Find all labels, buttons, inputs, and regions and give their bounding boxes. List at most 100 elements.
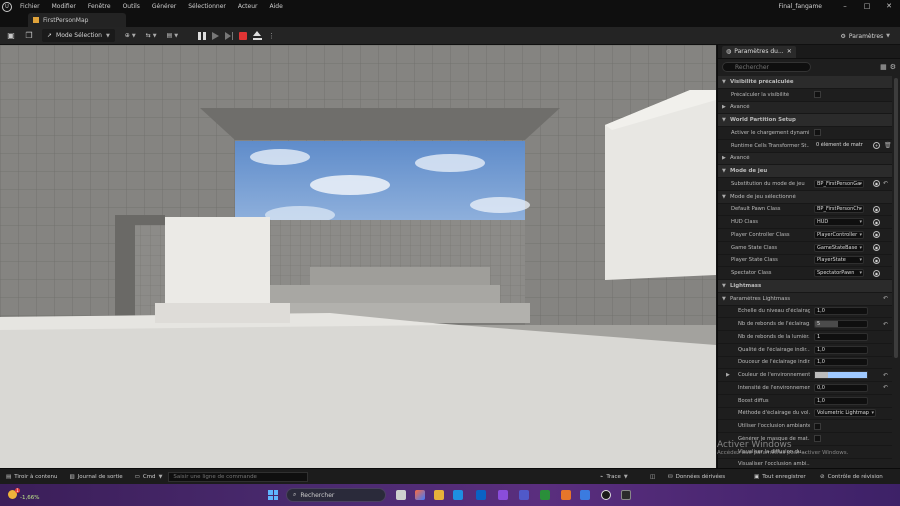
maximize-icon[interactable]: □ [856, 0, 878, 13]
row-advanced-1[interactable]: ▶ Avancé [718, 101, 892, 115]
output-log-button[interactable]: ▥ Journal de sortie [63, 469, 128, 485]
taskbar-search[interactable]: ⌕ Rechercher [286, 488, 386, 502]
play-icon[interactable] [212, 31, 220, 40]
content-drawer-button[interactable]: ▤ Tiroir à contenu [0, 469, 63, 485]
unreal-project-icon[interactable] [621, 490, 631, 500]
lm-smoothness-input[interactable]: 1,0 [814, 358, 868, 367]
browse-icon[interactable]: ◉ [873, 244, 880, 252]
more-options-icon[interactable]: ⋮ [268, 32, 275, 40]
eject-icon[interactable] [253, 31, 263, 40]
env-color-swatch[interactable] [814, 371, 868, 380]
derived-data-button[interactable]: ⛁ Données dérivées [668, 469, 725, 485]
outlook-icon[interactable] [476, 490, 486, 500]
reset-icon[interactable]: ↶ [883, 372, 888, 379]
unreal-logo-icon[interactable]: U [0, 0, 14, 13]
row-selected-game-mode[interactable]: ▼ Mode de jeu sélectionné [718, 190, 892, 204]
trash-icon[interactable]: 🗑 [884, 142, 892, 149]
menu-fenetre[interactable]: Fenêtre [82, 0, 117, 13]
row-advanced-2[interactable]: ▶ Avancé [718, 152, 892, 166]
teams-icon[interactable] [519, 490, 529, 500]
player-controller-select[interactable]: PlayerController [814, 230, 864, 239]
unreal-engine-icon[interactable] [601, 490, 611, 500]
lm-sky-bounces-input[interactable]: 1 [814, 332, 868, 341]
section-game-mode[interactable]: ▼ Mode de jeu [718, 165, 892, 178]
menu-fichier[interactable]: Fichier [14, 0, 46, 13]
stop-icon[interactable] [239, 31, 248, 40]
add-actor-button[interactable]: ⊕ ▼ [125, 32, 136, 39]
app-icon[interactable] [580, 490, 590, 500]
save-icon[interactable]: ▣ [4, 29, 18, 43]
default-pawn-select[interactable]: BP_FirstPersonCh [814, 205, 864, 214]
browse-icon[interactable]: ◉ [873, 205, 880, 213]
browse-icon[interactable]: ◉ [873, 231, 880, 239]
file-explorer-icon[interactable] [434, 490, 444, 500]
reset-icon[interactable]: ↶ [883, 180, 888, 187]
game-state-select[interactable]: GameStateBase [814, 243, 864, 252]
reset-icon[interactable]: ↶ [883, 321, 888, 328]
browse-icon[interactable]: ◉ [873, 256, 880, 264]
discord-icon[interactable] [498, 490, 508, 500]
grid-view-icon[interactable]: ▦ [880, 63, 887, 71]
menu-selectionner[interactable]: Sélectionner [182, 0, 232, 13]
blueprint-button[interactable]: ⇆ ▼ [146, 32, 157, 39]
use-ao-checkbox[interactable] [814, 422, 821, 430]
cmd-button[interactable]: ▭ Cmd ▼ [129, 469, 169, 485]
trace-button[interactable]: ⌁ Trace ▼ [600, 469, 628, 485]
save-all-button[interactable]: ▣ Tout enregistrer [754, 469, 806, 485]
tab-firstpersonmap[interactable]: FirstPersonMap [28, 13, 126, 27]
pause-icon[interactable] [198, 31, 207, 40]
close-icon[interactable]: ✕ [787, 48, 792, 55]
weather-widget[interactable]: 1 -1,66% [8, 487, 39, 501]
world-settings-tab[interactable]: ◍ Paramètres du... ✕ [722, 45, 796, 58]
browse-icon[interactable]: ◉ [873, 269, 880, 277]
copilot-icon[interactable] [415, 490, 425, 500]
menu-outils[interactable]: Outils [117, 0, 146, 13]
skip-frame-icon[interactable] [225, 31, 234, 40]
excel-icon[interactable] [540, 490, 550, 500]
lm-scale-input[interactable]: 1,0 [814, 307, 868, 316]
lm-bounces-slider[interactable]: 5 [814, 320, 868, 329]
gear-icon[interactable]: ⚙ [890, 63, 896, 71]
windows-start-icon[interactable] [268, 490, 278, 500]
command-input[interactable] [168, 471, 309, 482]
caret-right-icon[interactable]: ▶ [726, 372, 734, 378]
close-icon[interactable]: ✕ [878, 0, 900, 13]
lm-quality-input[interactable]: 1,0 [814, 345, 868, 354]
hud-class-select[interactable]: HUD [814, 218, 864, 227]
env-intensity-input[interactable]: 0,0 [814, 383, 868, 392]
minimize-icon[interactable]: – [834, 0, 856, 13]
settings-button[interactable]: ⚙ Paramètres ▼ [841, 30, 890, 42]
blender-icon[interactable] [561, 490, 571, 500]
game-mode-override-select[interactable]: BP_FirstPersonGa [814, 179, 864, 188]
revision-control-button[interactable]: ⊘ Contrôle de révision [820, 469, 883, 485]
task-view-icon[interactable] [396, 490, 406, 500]
dynamic-loading-checkbox[interactable] [814, 129, 821, 137]
player-state-select[interactable]: PlayerState [814, 256, 864, 265]
precompute-visibility-checkbox[interactable] [814, 91, 821, 99]
browse-icon[interactable]: ◉ [873, 180, 880, 188]
details-search-input[interactable] [722, 62, 811, 72]
section-world-partition[interactable]: ▼ World Partition Setup [718, 114, 892, 127]
mode-select-dropdown[interactable]: ➚ Mode Sélection ▼ [42, 29, 115, 42]
menu-generer[interactable]: Générer [146, 0, 182, 13]
menu-modifier[interactable]: Modifier [46, 0, 82, 13]
diffuse-boost-input[interactable]: 1,0 [814, 396, 868, 405]
cinematics-button[interactable]: ▤ ▼ [167, 32, 179, 39]
browse-icon[interactable]: ◉ [873, 218, 880, 226]
edge-icon[interactable] [453, 490, 463, 500]
level-viewport[interactable] [0, 45, 716, 468]
menu-acteur[interactable]: Acteur [232, 0, 264, 13]
notification-icon[interactable]: ◫ [650, 469, 655, 485]
spectator-select[interactable]: SpectatorPawn [814, 269, 864, 278]
browse-icon[interactable]: ❐ [22, 29, 36, 43]
section-lightmass[interactable]: ▼ Lightmass [718, 280, 892, 293]
add-element-icon[interactable]: + [873, 142, 880, 150]
row-lightmass-params[interactable]: ▼ Paramètres Lightmass ↶ [718, 292, 892, 306]
reset-icon[interactable]: ↶ [883, 384, 888, 391]
section-visibility[interactable]: ▼ Visibilité précalculée [718, 76, 892, 89]
reset-icon[interactable]: ↶ [883, 295, 888, 302]
details-scrollbar[interactable] [894, 78, 898, 358]
volume-lighting-method-select[interactable]: Volumetric Lightmap [814, 409, 876, 418]
row-hud-class: HUD ClassHUD◉ [718, 216, 892, 229]
menu-aide[interactable]: Aide [263, 0, 288, 13]
